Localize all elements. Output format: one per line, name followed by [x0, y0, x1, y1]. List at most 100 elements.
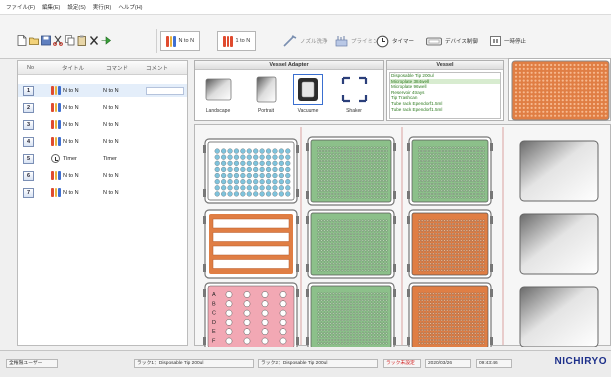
menu-settings[interactable]: 設定(S) [67, 3, 85, 11]
step-row[interactable]: 1 N to N N to N [18, 84, 187, 97]
step-number[interactable]: 5 [23, 153, 34, 164]
landscape-label: Landscape [205, 108, 231, 114]
pause-icon [490, 36, 501, 46]
slot-empty-adapter[interactable] [519, 213, 599, 275]
row-label: A [212, 292, 216, 298]
tubes-icon [223, 35, 233, 47]
menu-bar: ファイル(F) 編集(E) 設定(S) 実行(R) ヘルプ(H) [0, 0, 611, 15]
step-row[interactable]: 6 N to N N to N [18, 169, 187, 182]
delete-icon[interactable] [89, 35, 99, 46]
row-label: D [212, 320, 216, 326]
step-command: N to N [103, 172, 119, 179]
status-warning: ラック未設定 [383, 359, 421, 368]
step-row[interactable]: 3 N to N N to N [18, 118, 187, 131]
step-command: N to N [103, 121, 119, 128]
vacuum-adapter-icon[interactable] [293, 74, 323, 105]
step-title: N to N [63, 104, 79, 111]
vessel-list[interactable]: Disposable Tip 200ul Microplate 384well Mi… [389, 72, 501, 119]
slot-green-plate[interactable] [306, 136, 396, 206]
copy-icon[interactable] [65, 35, 75, 46]
tubes-icon [51, 171, 61, 180]
open-folder-icon[interactable] [29, 35, 39, 46]
step-number[interactable]: 2 [23, 102, 34, 113]
tubes-icon [51, 86, 61, 95]
menu-edit[interactable]: 編集(E) [42, 3, 60, 11]
step-list: No タイトル コマンド コメント 1 N to N N to N 2 N to N N … [17, 60, 188, 346]
step-number[interactable]: 6 [23, 170, 34, 181]
timer-icon [376, 35, 389, 47]
nozzle-icon [283, 35, 297, 47]
step-row[interactable]: 5 Timer Timer [18, 152, 187, 165]
add-step-icon[interactable] [101, 35, 111, 46]
menu-file[interactable]: ファイル(F) [6, 3, 35, 11]
step-command: N to N [103, 104, 119, 111]
paste-icon[interactable] [77, 35, 87, 46]
new-file-icon[interactable] [17, 35, 27, 46]
slot-tube-rack[interactable]: ABCDEF [203, 282, 299, 352]
save-icon[interactable] [41, 35, 51, 46]
column-comment[interactable]: コメント [146, 64, 168, 72]
toolbar: N to N 1 to N ノズル洗浄 プライミング タイマー デバイス制御 一… [0, 15, 611, 59]
slot-green-plate[interactable] [306, 282, 396, 352]
step-title: N to N [63, 189, 79, 196]
column-command[interactable]: コマンド [106, 64, 128, 72]
portrait-label: Portrait [257, 108, 275, 114]
step-number[interactable]: 3 [23, 119, 34, 130]
tubes-icon [51, 103, 61, 112]
step-command: Timer [103, 155, 117, 162]
row-label: C [212, 311, 216, 317]
slot-green-plate[interactable] [407, 136, 493, 206]
step-title: N to N [63, 138, 79, 145]
device-icon [426, 37, 442, 45]
vessel-adapter-title: Vessel Adapter [195, 61, 383, 70]
landscape-adapter-icon[interactable] [205, 76, 232, 103]
step-command: N to N [103, 87, 119, 94]
tubes-icon [166, 35, 176, 47]
step-number[interactable]: 7 [23, 187, 34, 198]
step-row[interactable]: 4 N to N N to N [18, 135, 187, 148]
step-comment-input[interactable] [146, 87, 184, 95]
vessel-item[interactable]: Tube rack Ependorf1.5ml [390, 107, 500, 113]
vessel-title: Vessel [387, 61, 503, 70]
one-to-n-button[interactable]: 1 to N [217, 31, 257, 51]
slot-green-plate[interactable] [306, 209, 396, 279]
portrait-adapter-icon[interactable] [253, 76, 280, 103]
slot-orange-plate[interactable] [407, 282, 493, 352]
slot-reservoir[interactable] [203, 209, 299, 279]
pause-button[interactable]: 一時停止 [490, 31, 526, 51]
slot-tip-rack-a[interactable] [203, 138, 299, 204]
slot-empty-adapter[interactable] [519, 286, 599, 348]
step-list-header: No タイトル コマンド コメント [18, 61, 187, 75]
deck-layout: ABCDEF [194, 124, 611, 352]
step-number[interactable]: 4 [23, 136, 34, 147]
brand-logo: NICHIRYO [554, 356, 607, 367]
menu-run[interactable]: 実行(R) [93, 3, 112, 11]
vessel-preview [508, 58, 611, 121]
step-row[interactable]: 2 N to N N to N [18, 101, 187, 114]
cut-icon[interactable] [53, 35, 63, 46]
row-label: E [212, 329, 216, 335]
slot-empty-adapter[interactable] [519, 140, 599, 202]
slot-orange-plate[interactable] [407, 209, 493, 279]
status-tip-rack-2: ラック2：Disposable Tip 200ul [258, 359, 378, 368]
step-title: N to N [63, 87, 79, 94]
vacuum-label: Vacuume [297, 108, 319, 114]
vessel-adapter-panel: Vessel Adapter Landscape Portrait Vacuum… [194, 60, 384, 121]
deck-canvas: ABCDEF [203, 127, 599, 352]
status-tip-rack-1: ラック1：Disposable Tip 200ul [134, 359, 254, 368]
step-command: N to N [103, 138, 119, 145]
menu-help[interactable]: ヘルプ(H) [118, 3, 142, 11]
n-to-n-button[interactable]: N to N [160, 31, 201, 51]
nozzle-wash-button[interactable]: ノズル洗浄 [283, 31, 328, 51]
step-number[interactable]: 1 [23, 85, 34, 96]
column-no[interactable]: No [27, 65, 34, 71]
column-title[interactable]: タイトル [62, 64, 84, 72]
step-row[interactable]: 7 N to N N to N [18, 186, 187, 199]
shaker-adapter-icon[interactable] [341, 76, 368, 103]
timer-button[interactable]: タイマー [376, 31, 414, 51]
status-bar: 全権限ユーザー ラック1：Disposable Tip 200ul ラック2：D… [0, 350, 611, 377]
status-date: 2020/03/26 [425, 359, 471, 368]
tubes-icon [51, 188, 61, 197]
shaker-label: Shaker [346, 108, 362, 114]
device-control-button[interactable]: デバイス制御 [426, 31, 478, 51]
